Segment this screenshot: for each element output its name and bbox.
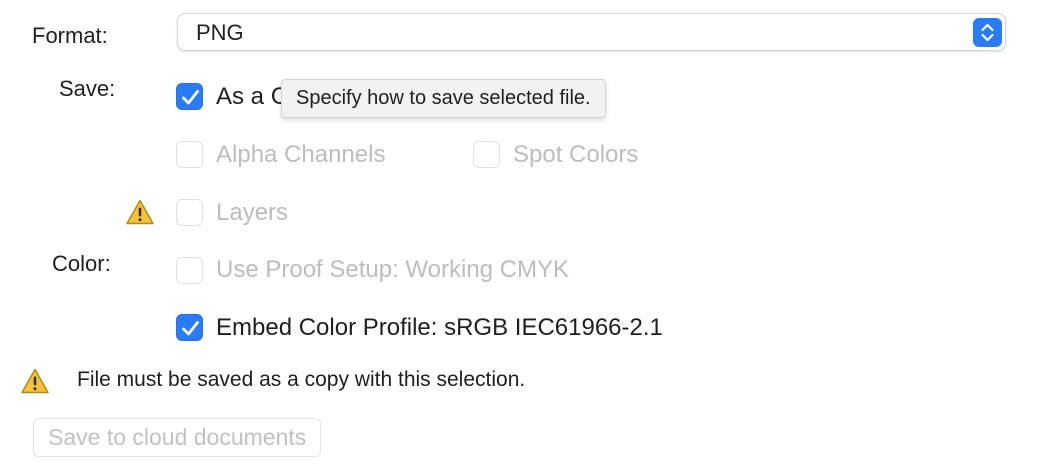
- save-label: Save:: [59, 76, 116, 101]
- as-a-copy-label: As a C: [216, 83, 289, 110]
- format-label: Format:: [32, 23, 108, 48]
- as-a-copy-checkbox[interactable]: [176, 83, 203, 110]
- warning-triangle-icon: [125, 198, 155, 226]
- use-proof-setup-label: Use Proof Setup: Working CMYK: [216, 256, 570, 283]
- embed-color-profile-label: Embed Color Profile: sRGB IEC61966-2.1: [216, 314, 663, 341]
- color-label: Color:: [52, 251, 111, 276]
- layers-checkbox[interactable]: [176, 199, 203, 226]
- layers-label: Layers: [216, 199, 289, 226]
- checkmark-icon: [182, 90, 199, 105]
- spot-colors-checkbox[interactable]: [473, 141, 500, 168]
- embed-color-profile-checkbox[interactable]: [176, 314, 203, 341]
- alpha-channels-label: Alpha Channels: [216, 141, 386, 168]
- spot-colors-label: Spot Colors: [513, 141, 639, 168]
- chevron-up-down-icon[interactable]: [973, 18, 1002, 47]
- save-tooltip: Specify how to save selected file.: [281, 79, 606, 118]
- use-proof-setup-checkbox[interactable]: [176, 257, 203, 284]
- warning-triangle-icon: [20, 367, 50, 395]
- format-select[interactable]: PNG: [177, 13, 1006, 51]
- alpha-channels-checkbox[interactable]: [176, 141, 203, 168]
- save-to-cloud-button[interactable]: Save to cloud documents: [33, 418, 322, 457]
- checkmark-icon: [182, 321, 199, 336]
- save-options-panel: Format: PNG Save: As a C Specify how to …: [0, 0, 1050, 468]
- warning-message: File must be saved as a copy with this s…: [77, 368, 526, 391]
- format-select-value: PNG: [196, 20, 244, 45]
